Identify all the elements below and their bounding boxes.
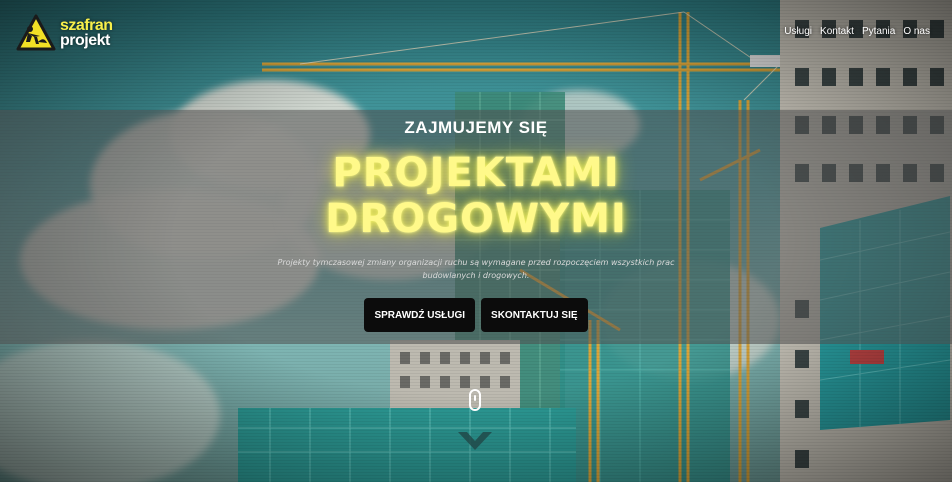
- scroll-dot: [474, 395, 476, 401]
- check-services-button[interactable]: SPRAWDŹ USŁUGI: [364, 298, 476, 332]
- nav-link-pytania[interactable]: Pytania: [862, 26, 895, 37]
- logo-line-2: projekt: [60, 32, 110, 49]
- main-nav: Usługi Kontakt Pytania O nas: [784, 26, 930, 37]
- logo-text: szafran projekt: [60, 17, 113, 49]
- chevron-down-icon[interactable]: [458, 430, 492, 452]
- hero-section: ZAJMUJEMY SIĘ PROJEKTAMI DROGOWYMI Proje…: [0, 110, 952, 344]
- nav-link-uslugi[interactable]: Usługi: [784, 26, 812, 37]
- nav-link-kontakt[interactable]: Kontakt: [820, 26, 854, 37]
- mouse-scroll-icon[interactable]: [469, 389, 481, 411]
- nav-link-o-nas[interactable]: O nas: [903, 26, 930, 37]
- logo-line-1: szafran: [60, 17, 113, 34]
- contact-us-button[interactable]: SKONTAKTUJ SIĘ: [481, 298, 588, 332]
- hero-description: Projekty tymczasowej zmiany organizacji …: [277, 258, 675, 280]
- hero-title-line-1: PROJEKTAMI: [332, 150, 620, 196]
- hero-kicker: ZAJMUJEMY SIĘ: [404, 118, 548, 137]
- site-logo[interactable]: szafran projekt: [16, 14, 113, 52]
- hero-title-line-2: DROGOWYMI: [325, 196, 627, 242]
- road-worker-icon: [16, 14, 56, 51]
- hero-buttons: SPRAWDŹ USŁUGI SKONTAKTUJ SIĘ: [0, 298, 952, 332]
- hero-title: PROJEKTAMI DROGOWYMI: [0, 150, 952, 242]
